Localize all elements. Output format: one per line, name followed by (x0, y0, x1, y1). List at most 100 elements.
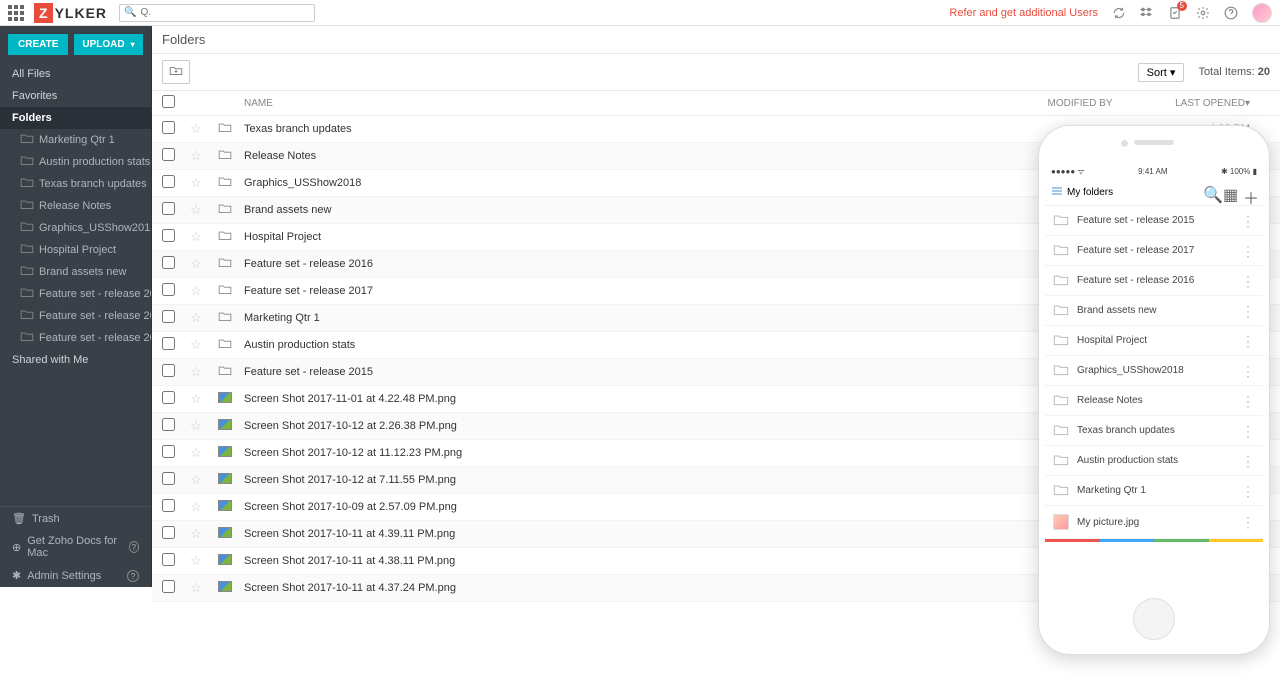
phone-list-item[interactable]: Hospital Project⋮ (1045, 326, 1263, 356)
create-button[interactable]: CREATE (8, 34, 68, 55)
apps-menu-icon[interactable] (8, 5, 24, 21)
row-name[interactable]: Screen Shot 2017-10-12 at 2.26.38 PM.png (244, 420, 1010, 432)
user-avatar[interactable] (1252, 3, 1272, 23)
row-name[interactable]: Screen Shot 2017-10-12 at 11.12.23 PM.pn… (244, 447, 1010, 459)
phone-list-item[interactable]: Marketing Qtr 1⋮ (1045, 476, 1263, 506)
more-icon[interactable]: ⋮ (1241, 307, 1255, 315)
sidebar-subfolder[interactable]: Austin production stats (0, 151, 151, 173)
star-icon[interactable]: ☆ (190, 418, 218, 434)
notifications-icon[interactable]: 5 (1168, 6, 1182, 20)
sidebar-subfolder[interactable]: Brand assets new (0, 261, 151, 283)
star-icon[interactable]: ☆ (190, 445, 218, 461)
row-checkbox[interactable] (162, 526, 175, 539)
sidebar-item-admin[interactable]: ✱Admin Settings? (0, 564, 151, 587)
more-icon[interactable]: ⋮ (1241, 427, 1255, 435)
row-name[interactable]: Marketing Qtr 1 (244, 312, 1010, 324)
row-name[interactable]: Screen Shot 2017-10-11 at 4.37.24 PM.png (244, 582, 1010, 594)
phone-list-item[interactable]: Release Notes⋮ (1045, 386, 1263, 416)
star-icon[interactable]: ☆ (190, 553, 218, 569)
settings-icon[interactable] (1196, 6, 1210, 20)
row-checkbox[interactable] (162, 337, 175, 350)
row-name[interactable]: Feature set - release 2015 (244, 366, 1010, 378)
row-checkbox[interactable] (162, 364, 175, 377)
phone-list-item[interactable]: Texas branch updates⋮ (1045, 416, 1263, 446)
star-icon[interactable]: ☆ (190, 472, 218, 488)
row-checkbox[interactable] (162, 148, 175, 161)
grid-view-icon[interactable]: ▦ (1223, 185, 1237, 199)
new-folder-button[interactable] (162, 60, 190, 84)
sidebar-subfolder[interactable]: Feature set - release 2015 (0, 327, 151, 349)
star-icon[interactable]: ☆ (190, 364, 218, 380)
sidebar-item-favorites[interactable]: Favorites (0, 85, 151, 107)
sort-button[interactable]: Sort ▾ (1138, 63, 1185, 82)
row-name[interactable]: Screen Shot 2017-11-01 at 4.22.48 PM.png (244, 393, 1010, 405)
sidebar-subfolder[interactable]: Marketing Qtr 1 (0, 129, 151, 151)
column-lastopened[interactable]: LAST OPENED▾ (1150, 98, 1270, 109)
sidebar-item-all-files[interactable]: All Files (0, 63, 151, 85)
row-checkbox[interactable] (162, 391, 175, 404)
sidebar-item-getapp[interactable]: ⊕Get Zoho Docs for Mac? (0, 530, 151, 564)
help-icon[interactable] (1224, 6, 1238, 20)
more-icon[interactable]: ⋮ (1241, 367, 1255, 375)
star-icon[interactable]: ☆ (190, 202, 218, 218)
row-name[interactable]: Feature set - release 2016 (244, 258, 1010, 270)
row-checkbox[interactable] (162, 310, 175, 323)
phone-list-item[interactable]: Feature set - release 2015⋮ (1045, 206, 1263, 236)
more-icon[interactable]: ⋮ (1241, 337, 1255, 345)
star-icon[interactable]: ☆ (190, 580, 218, 596)
row-checkbox[interactable] (162, 580, 175, 593)
phone-list-item[interactable]: Feature set - release 2017⋮ (1045, 236, 1263, 266)
more-icon[interactable]: ⋮ (1241, 397, 1255, 405)
row-name[interactable]: Austin production stats (244, 339, 1010, 351)
row-checkbox[interactable] (162, 229, 175, 242)
row-name[interactable]: Screen Shot 2017-10-11 at 4.38.11 PM.png (244, 555, 1010, 567)
more-icon[interactable]: ⋮ (1241, 487, 1255, 495)
row-name[interactable]: Brand assets new (244, 204, 1010, 216)
row-name[interactable]: Hospital Project (244, 231, 1010, 243)
star-icon[interactable]: ☆ (190, 229, 218, 245)
row-name[interactable]: Release Notes (244, 150, 1010, 162)
upload-button[interactable]: UPLOAD▾ (74, 34, 142, 55)
row-checkbox[interactable] (162, 472, 175, 485)
star-icon[interactable]: ☆ (190, 148, 218, 164)
row-name[interactable]: Screen Shot 2017-10-12 at 7.11.55 PM.png (244, 474, 1010, 486)
brand-logo[interactable]: Z YLKER (34, 3, 107, 23)
phone-list-item[interactable]: Feature set - release 2016⋮ (1045, 266, 1263, 296)
sidebar-subfolder[interactable]: Hospital Project (0, 239, 151, 261)
sidebar-subfolder[interactable]: Feature set - release 2016 (0, 283, 151, 305)
sync-icon[interactable] (1112, 6, 1126, 20)
star-icon[interactable]: ☆ (190, 526, 218, 542)
sidebar-subfolder[interactable]: Release Notes (0, 195, 151, 217)
search-box[interactable]: 🔍 (119, 4, 315, 22)
phone-list-item[interactable]: Graphics_USShow2018⋮ (1045, 356, 1263, 386)
row-checkbox[interactable] (162, 121, 175, 134)
sidebar-subfolder[interactable]: Graphics_USShow2018 (0, 217, 151, 239)
sidebar-subfolder[interactable]: Texas branch updates (0, 173, 151, 195)
star-icon[interactable]: ☆ (190, 256, 218, 272)
row-checkbox[interactable] (162, 175, 175, 188)
star-icon[interactable]: ☆ (190, 499, 218, 515)
menu-icon[interactable] (1051, 183, 1063, 201)
sidebar-subfolder[interactable]: Feature set - release 2017 (0, 305, 151, 327)
dropbox-icon[interactable] (1140, 6, 1154, 20)
select-all-checkbox[interactable] (162, 95, 175, 108)
more-icon[interactable]: ⋮ (1241, 277, 1255, 285)
more-icon[interactable]: ⋮ (1241, 518, 1255, 526)
sidebar-item-shared[interactable]: Shared with Me (0, 349, 151, 371)
star-icon[interactable]: ☆ (190, 175, 218, 191)
row-name[interactable]: Screen Shot 2017-10-11 at 4.39.11 PM.png (244, 528, 1010, 540)
row-name[interactable]: Texas branch updates (244, 123, 1010, 135)
phone-list-item[interactable]: Brand assets new⋮ (1045, 296, 1263, 326)
row-name[interactable]: Feature set - release 2017 (244, 285, 1010, 297)
star-icon[interactable]: ☆ (190, 283, 218, 299)
star-icon[interactable]: ☆ (190, 337, 218, 353)
row-name[interactable]: Screen Shot 2017-10-09 at 2.57.09 PM.png (244, 501, 1010, 513)
refer-link[interactable]: Refer and get additional Users (949, 7, 1098, 19)
search-input[interactable] (136, 7, 310, 18)
star-icon[interactable]: ☆ (190, 391, 218, 407)
row-checkbox[interactable] (162, 283, 175, 296)
row-checkbox[interactable] (162, 499, 175, 512)
more-icon[interactable]: ⋮ (1241, 247, 1255, 255)
star-icon[interactable]: ☆ (190, 121, 218, 137)
column-name[interactable]: NAME (244, 98, 1010, 109)
